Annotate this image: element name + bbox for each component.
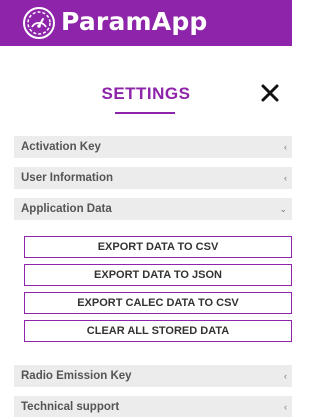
section-label: Technical support	[21, 401, 120, 413]
section-radio-emission-key[interactable]: Radio Emission Key ‹	[14, 365, 292, 387]
close-icon[interactable]	[257, 80, 283, 106]
section-label: Activation Key	[21, 141, 101, 153]
section-technical-support[interactable]: Technical support ‹	[14, 396, 292, 417]
section-user-information[interactable]: User Information ‹	[14, 167, 292, 189]
chevron-left-icon: ‹	[284, 371, 287, 381]
section-label: Radio Emission Key	[21, 370, 132, 382]
section-label: User Information	[21, 172, 114, 184]
chevron-left-icon: ‹	[284, 142, 287, 152]
export-calec-csv-button[interactable]: EXPORT CALEC DATA TO CSV	[24, 292, 292, 314]
section-activation-key[interactable]: Activation Key ‹	[14, 136, 292, 158]
chevron-down-icon: ⌄	[279, 204, 287, 214]
dashboard-gauge-icon	[23, 7, 55, 39]
chevron-left-icon: ‹	[284, 173, 287, 183]
clear-data-button[interactable]: CLEAR ALL STORED DATA	[24, 320, 292, 342]
app-title: ParamApp	[61, 7, 208, 36]
app-header: ParamApp	[0, 0, 292, 46]
title-underline	[115, 112, 175, 114]
export-csv-button[interactable]: EXPORT DATA TO CSV	[24, 236, 292, 258]
page-title: SETTINGS	[101, 84, 191, 103]
section-label: Application Data	[21, 203, 112, 215]
section-application-data[interactable]: Application Data ⌄	[14, 198, 292, 220]
chevron-left-icon: ‹	[284, 402, 287, 412]
export-json-button[interactable]: EXPORT DATA TO JSON	[24, 264, 292, 286]
